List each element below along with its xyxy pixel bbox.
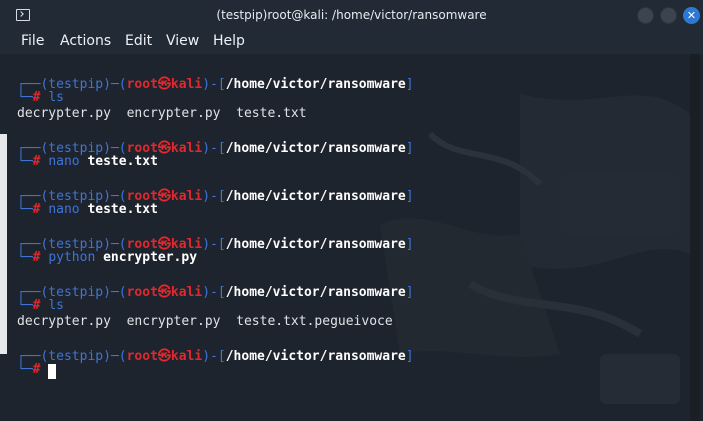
minimize-button[interactable] (637, 7, 654, 24)
command-line: └─# ls (17, 298, 64, 313)
menu-view[interactable]: View (166, 33, 199, 49)
command-line-active[interactable]: └─# (17, 362, 40, 377)
menu-help[interactable]: Help (213, 33, 245, 49)
window-title: (testpip)root@kali: /home/victor/ransomw… (216, 8, 487, 22)
menu-actions[interactable]: Actions (60, 33, 111, 49)
text-cursor (48, 364, 56, 379)
command-line: └─# nano teste.txt (17, 202, 158, 217)
background-window-edge (0, 134, 7, 354)
prompt-line: ┌──(testpip)─(root㉿kali)-[/home/victor/r… (17, 285, 414, 300)
close-button[interactable]: ✕ (683, 7, 700, 24)
command-line: └─# python encrypter.py (17, 250, 198, 265)
title-bar: (testpip)root@kali: /home/victor/ransomw… (0, 0, 703, 32)
command-line: └─# nano teste.txt (17, 154, 158, 169)
prompt-line: ┌──(testpip)─(root㉿kali)-[/home/victor/r… (17, 349, 414, 364)
command-output: decrypter.py encrypter.py teste.txt.pegu… (17, 314, 393, 329)
scrollbar[interactable] (690, 54, 700, 421)
prompt-line: ┌──(testpip)─(root㉿kali)-[/home/victor/r… (17, 77, 414, 92)
close-icon: ✕ (686, 9, 697, 22)
menu-bar: File Actions Edit View Help (0, 32, 703, 54)
terminal-output[interactable]: ┌──(testpip)─(root㉿kali)-[/home/victor/r… (0, 54, 703, 421)
menu-edit[interactable]: Edit (125, 33, 152, 49)
command-output: decrypter.py encrypter.py teste.txt (17, 106, 307, 121)
menu-file[interactable]: File (21, 33, 44, 49)
maximize-button[interactable] (660, 7, 677, 24)
command-line: └─# ls (17, 90, 64, 105)
